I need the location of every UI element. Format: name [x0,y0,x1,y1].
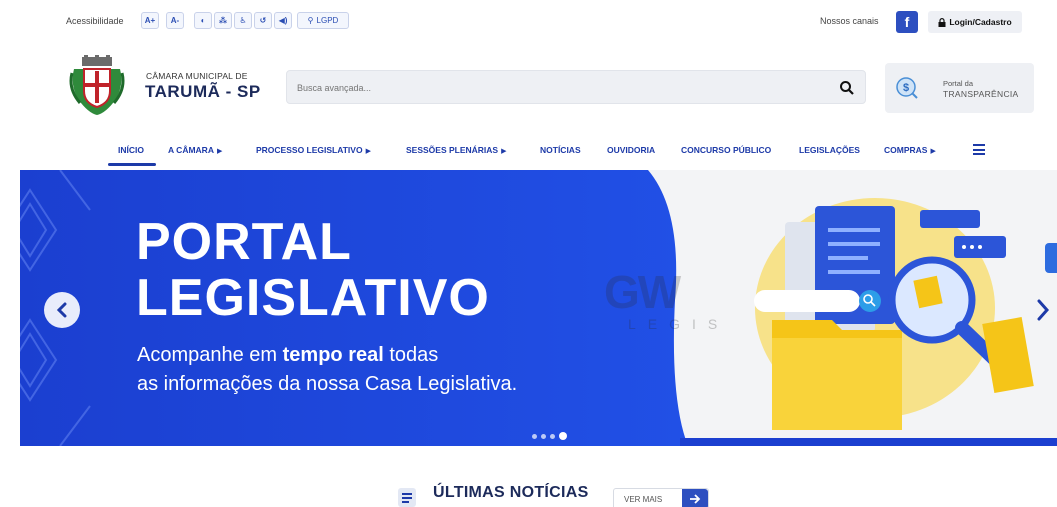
watermark-subtext: LEGIS [628,316,730,332]
org-name-line2: TARUMÃ - SP [145,82,261,101]
sitemap-icon: ⁂ [218,16,228,25]
lock-icon [938,17,946,27]
carousel-next-button[interactable] [1032,293,1054,327]
nav-item-label: COMPRAS [884,145,928,155]
main-nav: INÍCIO A CÂMARA ▶ PROCESSO LEGISLATIVO ▶ S… [0,136,1057,166]
nav-item-label: NOTÍCIAS [540,145,581,155]
carousel-indicators [532,432,567,440]
see-more-label: VER MAIS [624,495,663,504]
accessibility-button[interactable]: ♿ [234,12,252,29]
active-nav-indicator [108,163,156,166]
transparency-line1: Portal da [943,79,974,88]
contrast-button[interactable]: ◐ [194,12,212,29]
login-label: Login/Cadastro [949,17,1012,27]
reset-icon: ↺ [259,16,267,25]
contrast-icon: ◐ [200,16,206,25]
hero-title-line1: PORTAL [136,213,352,271]
hero-subtitle-line2: as informações da nossa Casa Legislativa… [137,373,518,395]
reset-button[interactable]: ↺ [254,12,272,29]
nav-item-label: A CÂMARA [168,145,214,155]
hero-subtitle-line1: Acompanhe em tempo real todas [137,344,438,367]
nav-item-noticias[interactable]: NOTÍCIAS [540,145,581,155]
chevron-left-icon [56,302,67,318]
nav-item-legislacoes[interactable]: LEGISLAÇÕES [799,145,860,155]
search-bar [286,70,866,104]
see-more-button[interactable]: VER MAIS [613,488,709,507]
caret-right-icon: ▶ [930,148,936,155]
nav-item-label: LEGISLAÇÕES [799,145,860,155]
facebook-button[interactable]: f [896,11,918,33]
nav-item-label: PROCESSO LEGISLATIVO [256,145,363,155]
nav-item-sessoes-plenarias[interactable]: SESSÕES PLENÁRIAS ▶ [406,145,507,155]
accessibility-icon: ♿ [239,16,247,25]
carousel-prev-button[interactable] [44,292,80,328]
hero-subtitle-emphasis: tempo real [282,344,384,366]
transparency-portal-button[interactable]: $ Portal da TRANSPARÊNCIA [885,63,1034,113]
carousel-dot[interactable] [541,433,546,439]
font-decrease-icon: A- [170,16,180,25]
municipal-crest-logo[interactable] [68,55,126,115]
social-channels-label: Nossos canais [820,16,879,26]
latest-news-title: ÚLTIMAS NOTÍCIAS [433,484,589,501]
nav-item-inicio[interactable]: INÍCIO [118,145,144,155]
newspaper-icon [398,488,416,507]
org-name-line1: CÂMARA MUNICIPAL DE [146,71,248,81]
lgpd-button[interactable]: ⚲ LGPD [297,12,349,29]
hero-subtitle-suffix: todas [383,344,439,366]
accessibility-label: Acessibilidade [66,16,124,26]
sitemap-button[interactable]: ⁂ [214,12,232,29]
facebook-icon: f [904,14,910,30]
hero-title-line2: LEGISLATIVO [136,269,490,327]
search-input[interactable] [297,79,817,97]
transparency-coin-icon: $ [896,77,918,99]
lgpd-label: LGPD [316,16,339,25]
nav-item-label: SESSÕES PLENÁRIAS [406,145,499,155]
nav-item-label: CONCURSO PÚBLICO [681,145,772,155]
search-icon[interactable] [839,80,855,96]
nav-item-label: INÍCIO [118,145,144,155]
font-increase-button[interactable]: A+ [141,12,159,29]
caret-right-icon: ▶ [501,148,507,155]
nav-item-label: OUVIDORIA [607,145,656,155]
caret-right-icon: ▶ [216,148,223,155]
watermark-logo: GW [604,266,681,318]
menu-hamburger-icon[interactable] [973,144,985,155]
nav-item-a-camara[interactable]: A CÂMARA ▶ [168,145,222,155]
chevron-right-icon [1037,299,1050,321]
arrow-right-icon [682,489,708,507]
hero-subtitle-prefix: Acompanhe em [137,344,283,366]
caret-right-icon: ▶ [365,148,371,155]
carousel-dot[interactable] [532,433,537,439]
audio-icon: ◀) [278,16,288,25]
font-increase-icon: A+ [144,16,156,25]
carousel-dot-active[interactable] [559,432,567,440]
nav-item-processo-legislativo[interactable]: PROCESSO LEGISLATIVO ▶ [256,145,371,155]
side-widget-tab[interactable] [1045,243,1057,273]
font-decrease-button[interactable]: A- [166,12,184,29]
nav-item-concurso-publico[interactable]: CONCURSO PÚBLICO [681,145,771,155]
carousel-dot[interactable] [550,433,555,439]
login-button[interactable]: Login/Cadastro [928,11,1022,33]
nav-item-ouvidoria[interactable]: OUVIDORIA [607,145,655,155]
key-icon: ⚲ [307,16,314,25]
transparency-line2: TRANSPARÊNCIA [943,89,1019,99]
hero-carousel: PORTAL LEGISLATIVO Acompanhe em tempo re… [20,170,1057,446]
accessibility-bar: Acessibilidade A+ A- ◐ ⁂ ♿ ↺ ◀) ⚲ LGPD No… [0,0,1057,44]
audio-button[interactable]: ◀) [274,12,292,29]
svg-text:$: $ [903,82,909,94]
nav-item-compras[interactable]: COMPRAS ▶ [884,145,936,155]
